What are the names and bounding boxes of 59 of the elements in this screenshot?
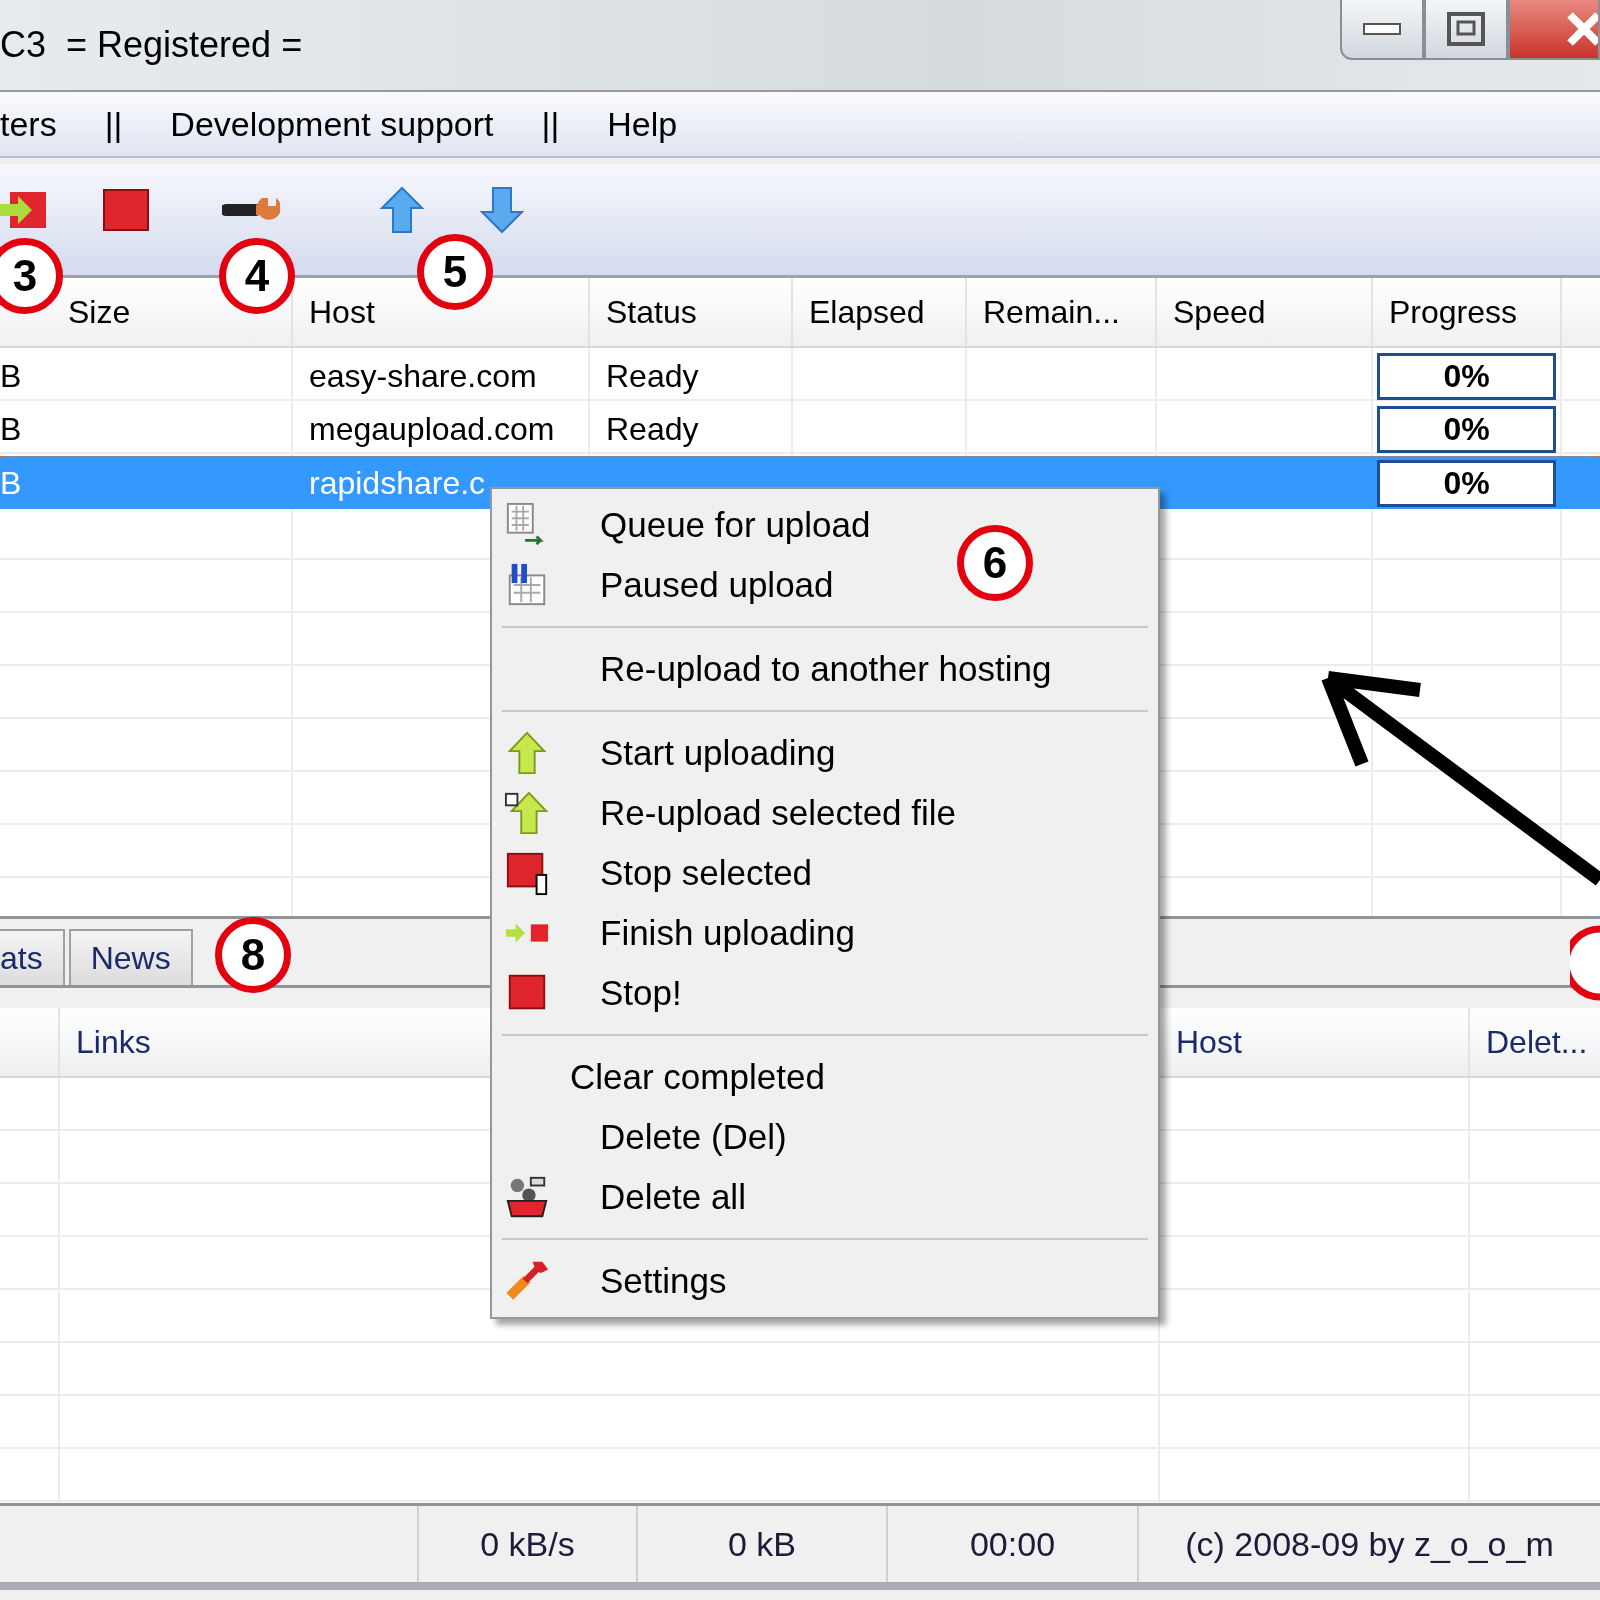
down-arrow-icon[interactable]	[478, 186, 526, 234]
menu-item[interactable]: Re-upload to another hosting	[492, 639, 1060, 699]
minimize-icon	[1362, 22, 1402, 36]
column-header[interactable]: Remain...	[967, 293, 1120, 331]
window-title: C3 = Registered =	[0, 24, 303, 66]
column-header[interactable]: Delet...	[1470, 1023, 1588, 1061]
table-cell: B	[0, 465, 22, 502]
maximize-button[interactable]	[1424, 0, 1508, 60]
column-header[interactable]: Progress	[1373, 293, 1518, 331]
menu-item[interactable]: Delete all	[492, 1167, 754, 1227]
close-button[interactable]	[1508, 0, 1600, 60]
stop-icon[interactable]	[102, 186, 150, 234]
progress-bar: 0%	[1377, 406, 1556, 453]
close-icon	[1566, 12, 1598, 46]
status-text: (c) 2008-09 by z_o_o_m	[1137, 1506, 1600, 1582]
progress-bar: 0%	[1377, 353, 1556, 400]
stop-icon	[504, 850, 550, 896]
column-header[interactable]: Elapsed	[793, 293, 925, 331]
menu-item[interactable]: ||	[104, 104, 123, 144]
column-header[interactable]: Host	[293, 293, 375, 331]
table-row[interactable]: B megaupload.com Ready 0%	[0, 403, 1600, 456]
status-text: 00:00	[886, 1506, 1137, 1582]
menu-item[interactable]: Start uploading	[492, 723, 844, 783]
table-row[interactable]: B easy-share.com Ready 0%	[0, 350, 1600, 403]
column-header[interactable]: Host	[1160, 1023, 1242, 1061]
table-cell-text: easy-share.com	[308, 358, 537, 395]
tab[interactable]: News	[68, 929, 193, 985]
progress-bar: 0%	[1377, 460, 1556, 507]
menu-item[interactable]: ||	[541, 104, 560, 144]
menu-item[interactable]: Help	[607, 104, 678, 144]
column-header[interactable]: Speed	[1157, 293, 1266, 331]
menu-item[interactable]: Settings	[492, 1251, 735, 1311]
up-arrow-icon[interactable]	[378, 186, 426, 234]
status-text: 0 kB/s	[417, 1506, 636, 1582]
menu-item[interactable]: Development support	[170, 104, 494, 144]
menu-item[interactable]: Clear completed	[492, 1047, 833, 1107]
menu-item[interactable]: Stop!	[492, 963, 690, 1023]
table-cell-text: megaupload.com	[308, 411, 555, 448]
status-text: 0 kB	[636, 1506, 886, 1582]
table-cell: B	[0, 411, 22, 448]
minimize-button[interactable]	[1340, 0, 1424, 60]
menu-item[interactable]: Delete (Del)	[492, 1107, 795, 1167]
column-header[interactable]: Status	[590, 293, 697, 331]
column-header[interactable]: Links	[60, 1023, 151, 1061]
menu-item[interactable]: Finish uploading	[492, 903, 863, 963]
column-header[interactable]: Size	[68, 293, 131, 331]
table-cell-text: Ready	[605, 411, 699, 448]
table-cell-text: Ready	[605, 358, 699, 395]
menu-item[interactable]: Paused upload	[492, 555, 842, 615]
menu-item[interactable]: Stop selected	[492, 843, 821, 903]
callout-number: 8	[215, 917, 291, 993]
tab[interactable]: ats	[0, 929, 65, 985]
up-arrow-icon	[504, 790, 550, 836]
menu-item[interactable]: ters	[0, 104, 57, 144]
table-cell: B	[0, 358, 22, 395]
menu-item[interactable]: Re-upload selected file	[492, 783, 965, 843]
maximize-icon	[1446, 11, 1486, 47]
basket-icon	[504, 1174, 550, 1220]
table-cell-text: rapidshare.c	[308, 465, 486, 502]
